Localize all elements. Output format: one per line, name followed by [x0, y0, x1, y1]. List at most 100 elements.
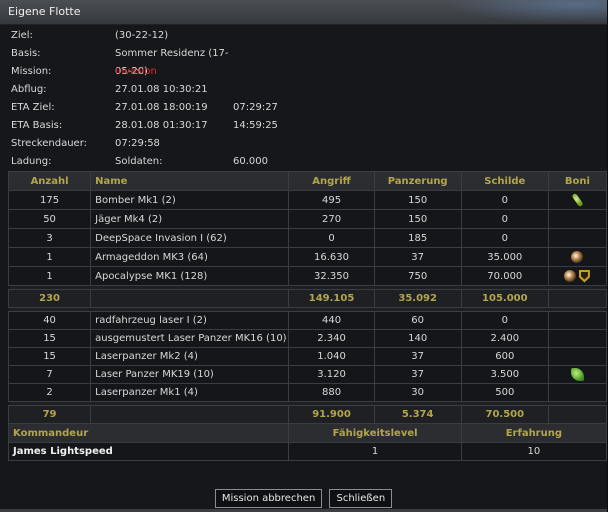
table-row: 3 DeepSpace Invasion I (62) 0 185 0: [7, 228, 608, 248]
total-count: 79: [7, 405, 92, 424]
ship-attack: 16.630: [288, 247, 375, 267]
info-value: Sommer Residenz (17-05-20): [115, 48, 229, 77]
ship-count: 1: [7, 266, 92, 286]
ship-armor: 140: [373, 329, 462, 348]
table-row: 40 radfahrzeug laser I (2) 440 60 0: [7, 311, 608, 330]
ship-bonus: [547, 311, 608, 330]
window-titlebar: Eigene Flotte: [0, 0, 607, 25]
green-bonus-icon: [570, 192, 584, 208]
window-title: Eigene Flotte: [8, 5, 81, 18]
total-row: 79 91.900 5.374 70.500: [7, 405, 608, 424]
ship-attack: 270: [288, 209, 375, 229]
info-row: Basis: Sommer Residenz (17-05-20): [0, 45, 607, 77]
ship-bonus: [547, 190, 608, 210]
ship-count: 2: [7, 383, 92, 402]
table-row: 15 Laserpanzer Mk2 (4) 1.040 37 600: [7, 347, 608, 366]
ship-bonus: [547, 365, 608, 384]
total-row: 230 149.105 35.092 105.000: [7, 289, 608, 308]
ship-bonus: [547, 383, 608, 402]
table-row: 1 Armageddon MK3 (64) 16.630 37 35.000: [7, 247, 608, 267]
info-row: Ladung: Soldaten: 60.000: [0, 153, 607, 171]
total-shields: 105.000: [460, 289, 549, 308]
fleet-window: Eigene Flotte Ziel: (30-22-12) Basis: Somme…: [0, 0, 608, 512]
info-label: ETA Basis:: [11, 120, 63, 131]
ship-name: ausgemustert Laser Panzer MK16 (10): [90, 329, 290, 348]
info-label: Ladung:: [11, 156, 52, 167]
fleet-info: Ziel: (30-22-12) Basis: Sommer Residenz (17…: [0, 25, 607, 171]
ship-bonus: [547, 266, 608, 286]
close-button[interactable]: Schließen: [329, 489, 393, 508]
header-armor: Panzerung: [373, 171, 462, 191]
ship-count: 15: [7, 329, 92, 348]
total-count: 230: [7, 289, 92, 308]
ship-armor: 750: [373, 266, 462, 286]
commander-skill: 1: [288, 442, 462, 461]
ship-bonus: [547, 247, 608, 267]
total-shields: 70.500: [460, 405, 549, 424]
ship-armor: 37: [373, 365, 462, 384]
info-row: ETA Basis: 28.01.08 01:30:17 14:59:25: [0, 117, 607, 135]
ship-attack: 880: [288, 383, 375, 402]
ship-attack: 0: [288, 228, 375, 248]
header-experience: Erfahrung: [460, 423, 608, 443]
abort-mission-button[interactable]: Mission abbrechen: [214, 489, 323, 508]
ship-bonus: [547, 209, 608, 229]
table-row: 15 ausgemustert Laser Panzer MK16 (10) 2.3…: [7, 329, 608, 348]
titlebar-glow: [447, 0, 607, 24]
ship-armor: 37: [373, 247, 462, 267]
ship-shields: 0: [460, 228, 549, 248]
ship-shields: 0: [460, 311, 549, 330]
commander-header-row: Kommandeur Fähigkeitslevel Erfahrung: [7, 423, 608, 443]
shield-bonus-icon: [577, 269, 591, 283]
info-label: Mission:: [11, 66, 52, 77]
table-row: 1 Apocalypse MK1 (128) 32.350 750 70.000: [7, 266, 608, 286]
info-value: Invasion: [115, 66, 157, 77]
ship-attack: 2.340: [288, 329, 375, 348]
fleet-table: Anzahl Name Angriff Panzerung Schilde Bo…: [7, 171, 608, 461]
ship-bonus: [547, 228, 608, 248]
info-row: Ziel: (30-22-12): [0, 27, 607, 45]
ship-shields: 35.000: [460, 247, 549, 267]
ship-name: Laser Panzer MK19 (10): [90, 365, 290, 384]
header-name: Name: [90, 171, 290, 191]
ship-armor: 60: [373, 311, 462, 330]
ship-shields: 2.400: [460, 329, 549, 348]
info-extra: 14:59:25: [233, 120, 278, 131]
ship-armor: 30: [373, 383, 462, 402]
ship-shields: 3.500: [460, 365, 549, 384]
header-count: Anzahl: [7, 171, 92, 191]
ship-count: 15: [7, 347, 92, 366]
total-attack: 149.105: [288, 289, 375, 308]
ship-count: 175: [7, 190, 92, 210]
commander-row: James Lightspeed 1 10: [7, 442, 608, 461]
ship-armor: 37: [373, 347, 462, 366]
info-value: (30-22-12): [115, 30, 169, 41]
ship-name: DeepSpace Invasion I (62): [90, 228, 290, 248]
ship-count: 1: [7, 247, 92, 267]
total-armor: 35.092: [373, 289, 462, 308]
header-commander: Kommandeur: [7, 423, 290, 443]
info-value: Soldaten:: [115, 156, 163, 167]
info-value: 27.01.08 18:00:19: [115, 102, 208, 113]
ship-attack: 32.350: [288, 266, 375, 286]
table-row: 2 Laserpanzer Mk1 (4) 880 30 500: [7, 383, 608, 402]
ship-attack: 440: [288, 311, 375, 330]
header-shields: Schilde: [460, 171, 549, 191]
orb-bonus-icon: [570, 250, 584, 264]
ship-count: 50: [7, 209, 92, 229]
info-label: ETA Ziel:: [11, 102, 55, 113]
ship-shields: 0: [460, 190, 549, 210]
leaf-bonus-icon: [570, 368, 584, 382]
commander-experience: 10: [460, 442, 608, 461]
table-row: 50 Jäger Mk4 (2) 270 150 0: [7, 209, 608, 229]
info-row: Mission: Invasion: [0, 63, 607, 81]
ship-name: Apocalypse MK1 (128): [90, 266, 290, 286]
button-bar: Mission abbrechen Schließen: [0, 489, 607, 508]
info-label: Ziel:: [11, 30, 33, 41]
ship-bonus: [547, 329, 608, 348]
header-skill: Fähigkeitslevel: [288, 423, 462, 443]
total-spacer: [90, 289, 290, 308]
info-label: Basis:: [11, 48, 41, 59]
ship-shields: 0: [460, 209, 549, 229]
info-extra: 60.000: [233, 156, 268, 167]
